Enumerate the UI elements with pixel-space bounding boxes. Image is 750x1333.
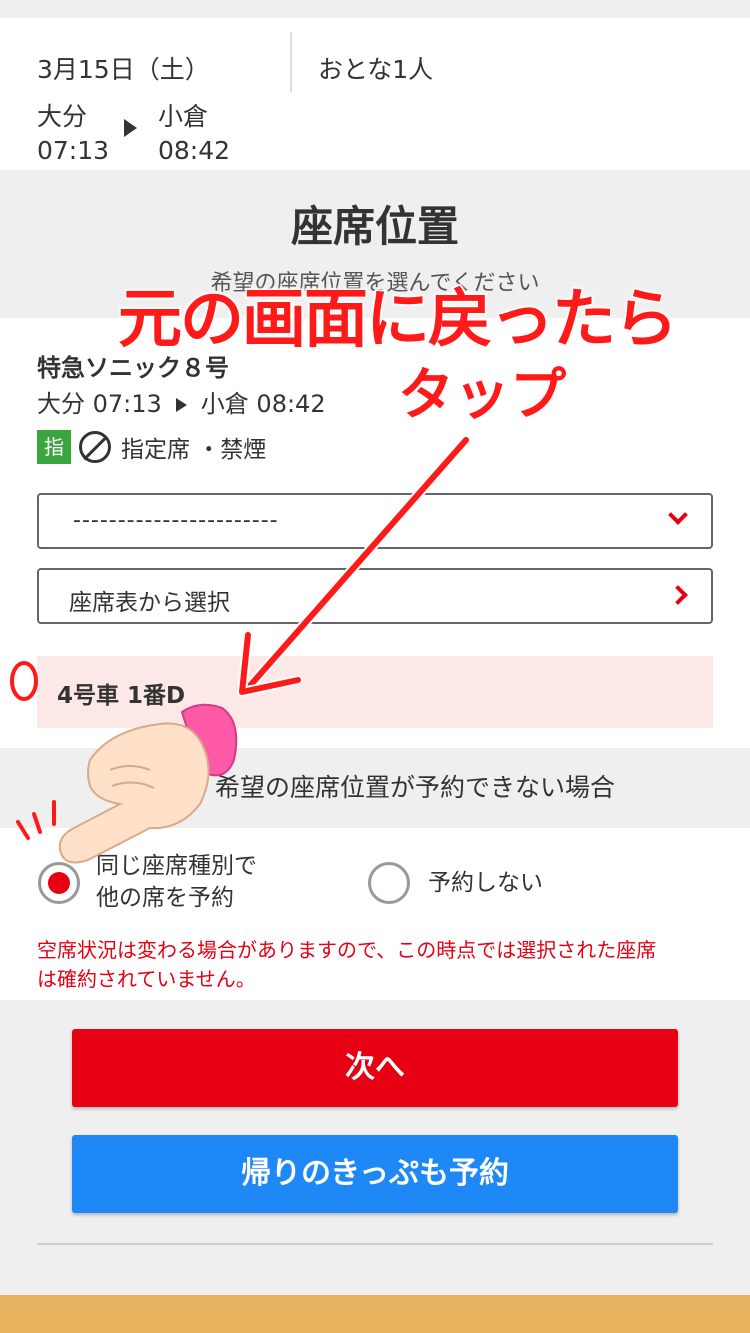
pointing-hand-icon [58, 703, 238, 864]
annotation-arrow [10, 435, 471, 840]
circle-mark-icon [10, 661, 38, 701]
